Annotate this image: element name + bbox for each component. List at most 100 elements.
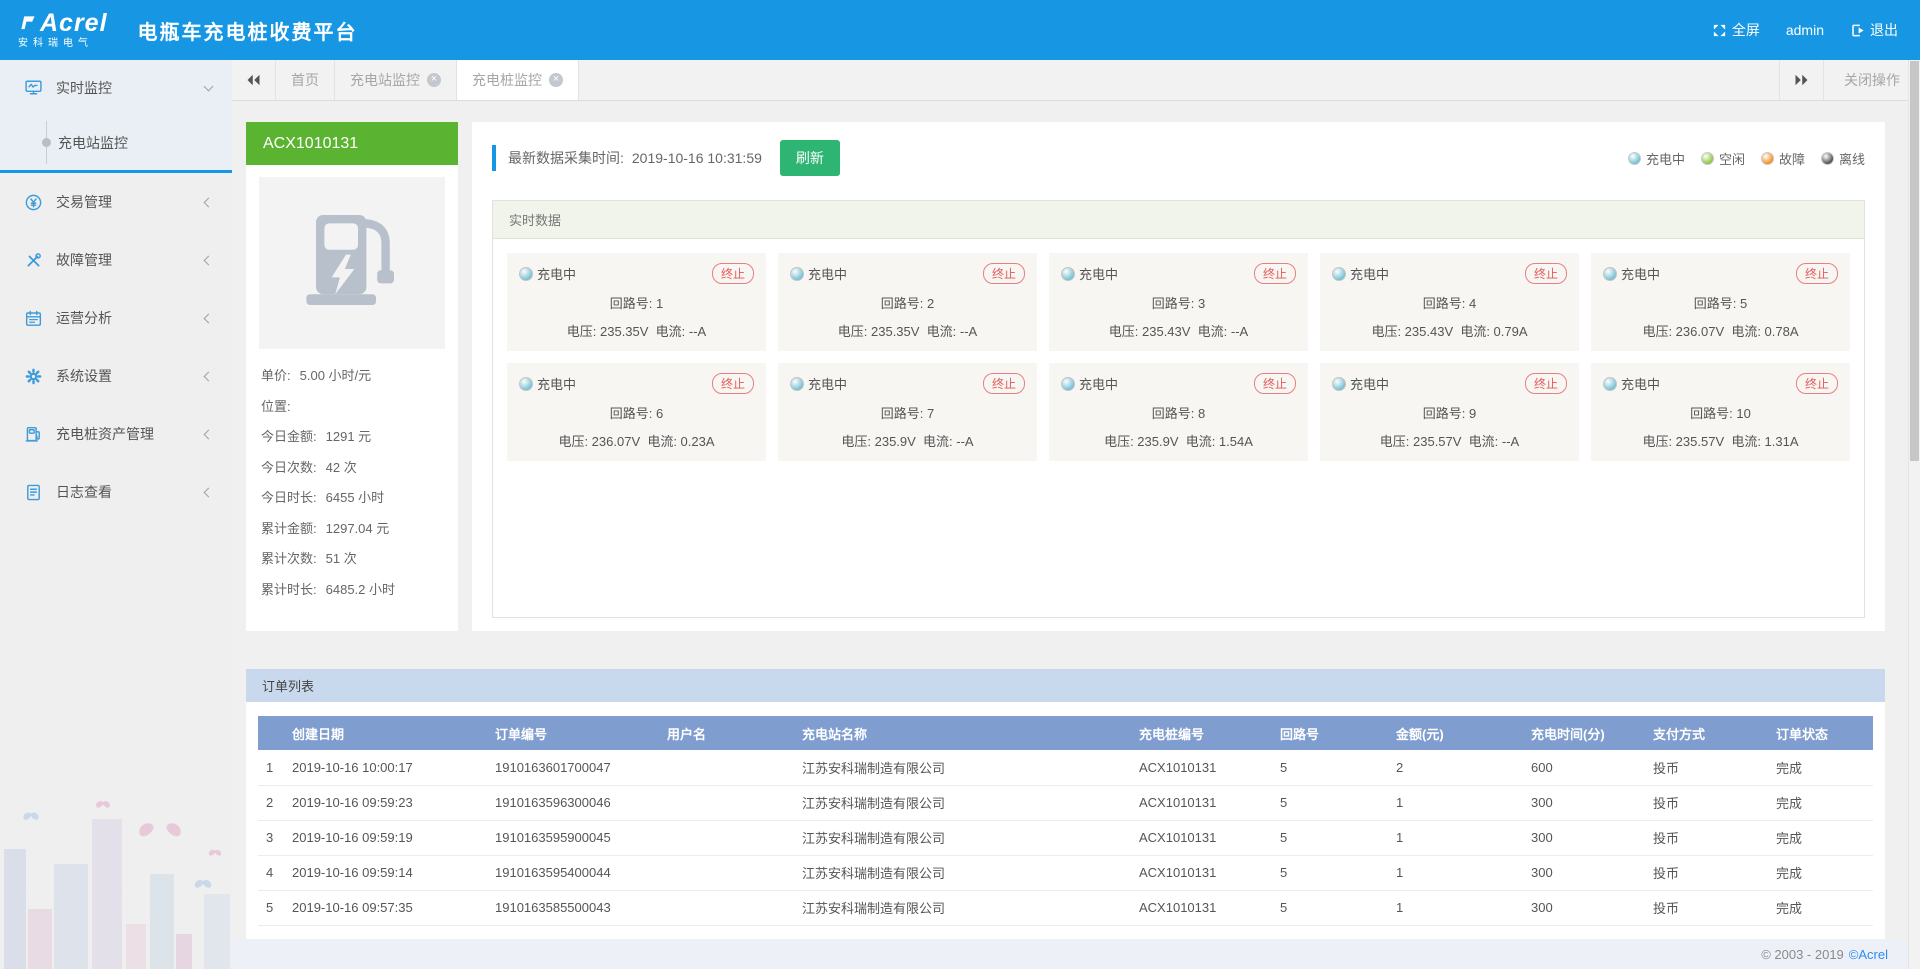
stat-label: 位置: (261, 396, 291, 415)
tab-label: 首页 (291, 70, 319, 90)
sidebar-item-transaction-mgmt[interactable]: 交易管理 (0, 173, 232, 231)
terminate-button[interactable]: 终止 (712, 373, 754, 394)
sidebar-item-label: 故障管理 (56, 250, 112, 270)
order-cell: ACX1010131 (1131, 750, 1272, 785)
tab-close-icon[interactable]: × (549, 73, 563, 87)
sidebar-subitem-label: 充电站监控 (58, 133, 128, 153)
order-cell: 300 (1523, 855, 1645, 890)
tab-bar: 首页充电站监控×充电桩监控× 关闭操作 (232, 60, 1920, 101)
legend-dot-icon (1628, 152, 1641, 165)
tab-home[interactable]: 首页 (276, 60, 335, 100)
legend-item: 故障 (1761, 149, 1805, 168)
channel-status: 充电中 (519, 264, 576, 283)
butterfly-decoration (96, 802, 111, 813)
channel-circuit: 回路号: 10 (1603, 403, 1838, 422)
sidebar-item-fault-mgmt[interactable]: 故障管理 (0, 231, 232, 289)
stat-value: 42 次 (326, 457, 357, 476)
terminate-button[interactable]: 终止 (1254, 373, 1296, 394)
charging-pile-icon (292, 203, 412, 323)
charging-status-icon (1603, 267, 1617, 281)
orders-column-header: 充电时间(分) (1523, 716, 1645, 750)
order-cell: 300 (1523, 890, 1645, 925)
charging-status-icon (790, 267, 804, 281)
orders-column-header: 回路号 (1272, 716, 1388, 750)
page-scrollbar[interactable] (1908, 60, 1920, 969)
logout-button[interactable]: 退出 (1850, 20, 1898, 40)
chevron-left-icon (204, 429, 214, 439)
channel-card: 充电中终止回路号: 3电压: 235.43V 电流: --A (1049, 253, 1308, 351)
channel-card: 充电中终止回路号: 5电压: 236.07V 电流: 0.78A (1591, 253, 1850, 351)
page-title: 电瓶车充电桩收费平台 (138, 16, 358, 45)
log-icon (24, 483, 43, 502)
orders-table: 创建日期订单编号用户名充电站名称充电桩编号回路号金额(元)充电时间(分)支付方式… (258, 716, 1873, 926)
tab-station-monitor[interactable]: 充电站监控× (335, 60, 457, 100)
footer-brand-link[interactable]: ©Acrel (1849, 947, 1888, 962)
order-cell: 3 (258, 820, 284, 855)
order-cell: 江苏安科瑞制造有限公司 (794, 820, 1131, 855)
sidebar-group-realtime-monitor: 实时监控充电站监控 (0, 60, 232, 173)
terminate-button[interactable]: 终止 (1525, 373, 1567, 394)
order-cell: ACX1010131 (1131, 820, 1272, 855)
orders-section: 订单列表 创建日期订单编号用户名充电站名称充电桩编号回路号金额(元)充电时间(分… (246, 669, 1885, 939)
close-operations-button[interactable]: 关闭操作 (1823, 60, 1920, 100)
terminate-button[interactable]: 终止 (1796, 263, 1838, 284)
username[interactable]: admin (1786, 22, 1824, 38)
orders-column-header-index (258, 716, 284, 750)
order-cell (659, 890, 794, 925)
terminate-button[interactable]: 终止 (983, 373, 1025, 394)
channel-meter: 电压: 235.9V 电流: --A (790, 431, 1025, 450)
order-cell: 江苏安科瑞制造有限公司 (794, 855, 1131, 890)
sidebar-subitem-station-monitor[interactable]: 充电站监控 (0, 115, 232, 170)
stat-row: 累计金额:1297.04 元 (261, 518, 443, 537)
legend-item: 充电中 (1628, 149, 1685, 168)
order-cell: 1 (1388, 785, 1523, 820)
channel-meter: 电压: 235.43V 电流: 0.79A (1332, 321, 1567, 340)
sidebar-item-operation-analysis[interactable]: 运营分析 (0, 289, 232, 347)
order-cell: ACX1010131 (1131, 785, 1272, 820)
tabs-scroll-right-button[interactable] (1779, 60, 1823, 100)
legend-label: 故障 (1779, 149, 1805, 168)
logo-text: Acrel (40, 11, 108, 36)
stat-value: 6455 小时 (326, 487, 385, 506)
realtime-data-panel: 实时数据 充电中终止回路号: 1电压: 235.35V 电流: --A充电中终止… (492, 200, 1865, 618)
stat-value: 6485.2 小时 (326, 579, 395, 598)
channel-card: 充电中终止回路号: 1电压: 235.35V 电流: --A (507, 253, 766, 351)
terminate-button[interactable]: 终止 (983, 263, 1025, 284)
sidebar-item-log-view[interactable]: 日志查看 (0, 463, 232, 521)
channel-status: 充电中 (790, 374, 847, 393)
channel-meter: 电压: 235.57V 电流: --A (1332, 431, 1567, 450)
station-panel: ACX1010131 单价:5.00 小时/元位置:今日金额:1291 元今日次… (246, 122, 458, 631)
sidebar-item-label: 充电桩资产管理 (56, 424, 154, 444)
butterfly-decoration (194, 880, 212, 893)
chevron-down-icon (204, 81, 214, 91)
channel-status: 充电中 (519, 374, 576, 393)
tabs-scroll-left-button[interactable] (232, 60, 276, 100)
order-cell: 1910163596300046 (487, 785, 659, 820)
legend-dot-icon (1821, 152, 1834, 165)
scrollbar-thumb[interactable] (1910, 61, 1919, 461)
tab-pile-monitor[interactable]: 充电桩监控× (457, 60, 579, 100)
terminate-button[interactable]: 终止 (712, 263, 754, 284)
stat-row: 单价:5.00 小时/元 (261, 365, 443, 384)
sidebar-item-pile-asset-mgmt[interactable]: 充电桩资产管理 (0, 405, 232, 463)
tab-close-icon[interactable]: × (427, 73, 441, 87)
channel-circuit: 回路号: 3 (1061, 293, 1296, 312)
sidebar-item-system-settings[interactable]: 系统设置 (0, 347, 232, 405)
terminate-button[interactable]: 终止 (1254, 263, 1296, 284)
order-cell: 5 (1272, 855, 1388, 890)
order-cell: 投币 (1645, 785, 1768, 820)
refresh-button[interactable]: 刷新 (780, 140, 840, 176)
butterfly-decoration (23, 813, 40, 825)
chevron-left-icon (204, 197, 214, 207)
fullscreen-button[interactable]: 全屏 (1712, 20, 1760, 40)
terminate-button[interactable]: 终止 (1525, 263, 1567, 284)
terminate-button[interactable]: 终止 (1796, 373, 1838, 394)
copyright-text: © 2003 - 2019 (1761, 947, 1844, 962)
stat-row: 位置: (261, 396, 443, 415)
orders-column-header: 金额(元) (1388, 716, 1523, 750)
orders-column-header: 订单状态 (1768, 716, 1873, 750)
charging-status-icon (1332, 267, 1346, 281)
sidebar-item-realtime-monitor[interactable]: 实时监控 (0, 60, 232, 115)
station-stats: 单价:5.00 小时/元位置:今日金额:1291 元今日次数:42 次今日时长:… (259, 365, 445, 598)
channel-status: 充电中 (790, 264, 847, 283)
